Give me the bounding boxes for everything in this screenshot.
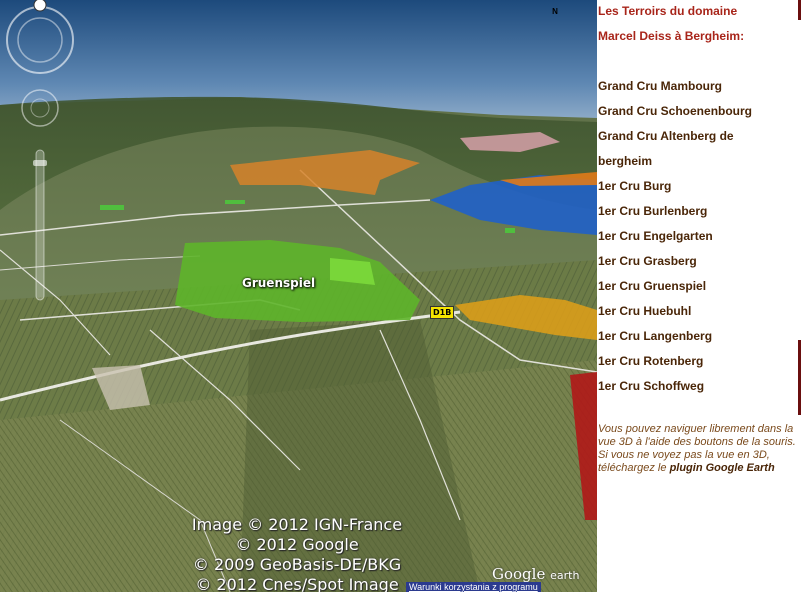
terroir-item[interactable]: 1er Cru Huebuhl [598, 304, 691, 318]
north-button[interactable] [33, 0, 47, 12]
terroir-sidebar: Les Terroirs du domaine Marcel Deiss à B… [597, 0, 801, 592]
logo-earth-text: earth [550, 569, 580, 582]
imagery-copyright: Image © 2012 IGN-France © 2012 Google © … [172, 515, 422, 592]
terroir-item[interactable]: Grand Cru Altenberg de [598, 129, 734, 143]
compass-ring[interactable] [6, 6, 74, 74]
copyright-line: Image © 2012 IGN-France [191, 515, 403, 534]
terroir-item[interactable]: 1er Cru Grasberg [598, 254, 697, 268]
terroir-item[interactable]: Grand Cru Schoenenbourg [598, 104, 752, 118]
terroir-item[interactable]: 1er Cru Burg [598, 179, 671, 193]
plugin-download-link[interactable]: plugin Google Earth [670, 462, 775, 474]
copyright-line: © 2012 Cnes/Spot Image [195, 575, 399, 592]
look-joystick[interactable] [21, 89, 59, 127]
zoom-slider[interactable] [33, 149, 47, 301]
navigation-help-note: Vous pouvez naviguer librement dans la v… [598, 423, 798, 475]
earth-3d-viewport[interactable]: Gruenspiel D1B N Image © 2012 IGN-France… [0, 0, 597, 592]
terroir-item[interactable]: 1er Cru Engelgarten [598, 229, 713, 243]
google-earth-logo: Google earth [492, 565, 579, 583]
sidebar-title-line1: Les Terroirs du domaine [598, 4, 738, 18]
sidebar-title-line2: Marcel Deiss à Bergheim: [598, 29, 745, 43]
copyright-line: © 2009 GeoBasis-DE/BKG [192, 555, 402, 574]
terroir-item[interactable]: 1er Cru Gruenspiel [598, 279, 706, 293]
logo-google-text: Google [492, 565, 546, 583]
terroir-item[interactable]: Grand Cru Mambourg [598, 79, 722, 93]
terroir-item[interactable]: 1er Cru Rotenberg [598, 354, 703, 368]
copyright-line: © 2012 Google [235, 535, 359, 554]
terrain-view[interactable] [0, 0, 597, 592]
terroir-item[interactable]: 1er Cru Burlenberg [598, 204, 707, 218]
compass-north-label: N [552, 7, 558, 16]
help-text-line1: Vous pouvez naviguer librement dans la v… [598, 423, 796, 448]
road-label-d1b: D1B [430, 306, 455, 319]
terroir-item[interactable]: 1er Cru Schoffweg [598, 379, 704, 393]
navigation-controls[interactable] [0, 0, 82, 320]
terms-of-use-link[interactable]: Warunki korzystania z programu [406, 582, 541, 592]
terroir-item[interactable]: 1er Cru Langenberg [598, 329, 712, 343]
place-label-gruenspiel: Gruenspiel [242, 276, 316, 290]
terroir-item[interactable]: bergheim [598, 154, 652, 168]
